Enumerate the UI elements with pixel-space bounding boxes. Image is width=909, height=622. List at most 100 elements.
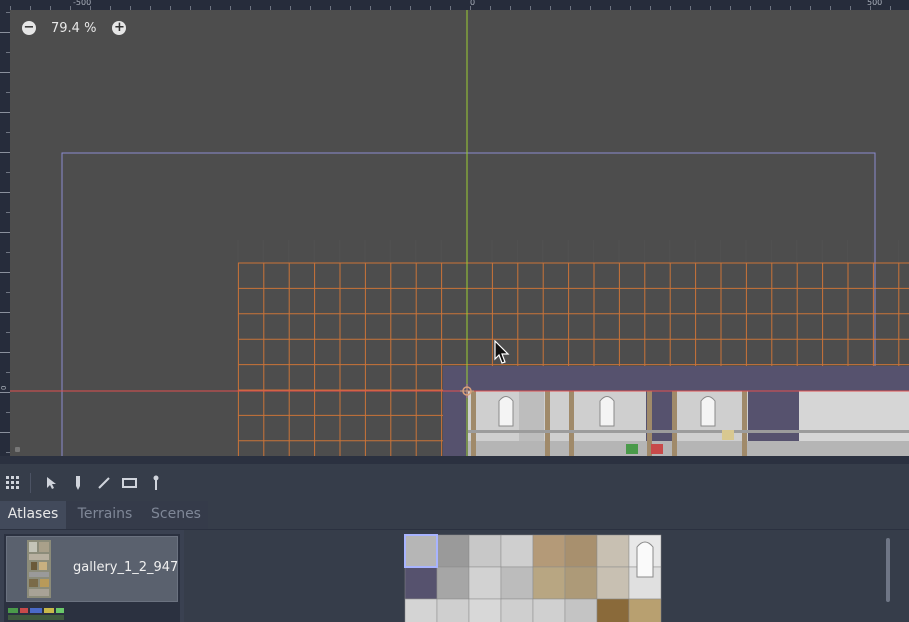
ruler-tick xyxy=(890,6,891,10)
ruler-tick xyxy=(0,152,10,153)
atlas-tile xyxy=(468,598,502,622)
rail-tile xyxy=(468,430,909,433)
atlas-list-item[interactable]: gallery_1_2_9474 xyxy=(6,536,179,602)
atlas-scrollbar[interactable] xyxy=(886,538,890,602)
ruler-tick xyxy=(6,172,10,173)
tab-scenes[interactable]: Scenes xyxy=(144,501,208,529)
ruler-tick xyxy=(490,6,491,10)
pillar-tile xyxy=(471,391,476,456)
ruler-tick xyxy=(210,6,211,10)
ruler-tick xyxy=(230,6,231,10)
tile-grid-icon[interactable] xyxy=(0,470,26,496)
ruler-tick xyxy=(0,392,10,393)
ruler-tick xyxy=(630,6,631,10)
ruler-tick xyxy=(390,6,391,10)
ruler-tick xyxy=(410,6,411,10)
pillar-tile xyxy=(742,391,747,456)
viewport-scroll-grip[interactable] xyxy=(15,447,20,452)
ruler-tick xyxy=(6,412,10,413)
ruler-left: 0 xyxy=(0,0,10,456)
ruler-tick xyxy=(790,6,791,10)
ruler-tick xyxy=(30,6,31,10)
atlas-tile xyxy=(500,598,534,622)
window-tile xyxy=(599,396,615,427)
paint-pencil-icon[interactable] xyxy=(65,470,91,496)
ruler-label: -500 xyxy=(73,0,92,7)
ruler-label: 0 xyxy=(0,385,8,390)
ruler-tick xyxy=(290,6,291,10)
ruler-tick xyxy=(6,92,10,93)
atlas-tiles xyxy=(404,534,662,622)
tab-atlases[interactable]: Atlases xyxy=(0,501,66,529)
window-tile xyxy=(700,396,716,427)
atlas-tile xyxy=(468,566,502,600)
ruler-tick xyxy=(0,352,10,353)
window-tile xyxy=(498,396,514,427)
atlas-tile xyxy=(564,598,598,622)
atlas-tile xyxy=(628,598,662,622)
ruler-tick xyxy=(110,6,111,10)
ruler-tick xyxy=(0,32,10,33)
ruler-tick xyxy=(850,6,851,10)
picker-icon[interactable] xyxy=(143,470,169,496)
ruler-tick xyxy=(430,6,431,10)
tab-terrains[interactable]: Terrains xyxy=(66,501,144,529)
atlas-tile xyxy=(596,566,630,600)
ruler-tick xyxy=(370,6,371,10)
atlas-tile xyxy=(404,534,438,568)
decor-tile xyxy=(651,444,663,454)
ruler-tick xyxy=(50,6,51,10)
atlas-thumbnail-2[interactable] xyxy=(6,606,66,622)
rect-icon[interactable] xyxy=(117,470,143,496)
zoom-out-button[interactable]: − xyxy=(22,21,36,35)
ruler-tick xyxy=(70,6,71,10)
ruler-tick xyxy=(170,6,171,10)
ruler-tick xyxy=(670,6,671,10)
ruler-tick xyxy=(6,132,10,133)
ruler-tick xyxy=(6,372,10,373)
zoom-level-label[interactable]: 79.4 % xyxy=(51,21,96,36)
ruler-tick xyxy=(6,452,10,453)
2d-viewport[interactable]: -500 0 500 0 − 79.4 % + xyxy=(0,0,909,456)
ruler-tick xyxy=(450,6,451,10)
atlas-window-tile xyxy=(636,541,654,578)
zoom-controls: − 79.4 % + xyxy=(22,18,127,38)
atlas-tabs: Atlases Terrains Scenes xyxy=(0,501,909,530)
ruler-tick xyxy=(610,6,611,10)
atlas-tile xyxy=(436,566,470,600)
pillar-tile xyxy=(545,391,550,456)
atlas-tile xyxy=(436,598,470,622)
ruler-tick xyxy=(6,12,10,13)
atlas-list[interactable]: gallery_1_2_9474 xyxy=(4,534,180,622)
ruler-tick xyxy=(150,6,151,10)
ruler-tick xyxy=(710,6,711,10)
atlas-tile xyxy=(596,534,630,568)
tilemap-canvas[interactable] xyxy=(0,0,909,456)
atlas-tile-view[interactable] xyxy=(184,530,909,622)
mouse-cursor-icon xyxy=(494,340,510,364)
ruler-tick xyxy=(310,6,311,10)
pillar-tile xyxy=(569,391,574,456)
ruler-top: -500 0 500 xyxy=(0,0,909,10)
tilemap-toolbar xyxy=(0,468,909,498)
ruler-tick xyxy=(0,272,10,273)
atlas-tile xyxy=(436,534,470,568)
ruler-label: 500 xyxy=(867,0,883,7)
ruler-tick xyxy=(570,6,571,10)
ruler-tick xyxy=(730,6,731,10)
select-arrow-icon[interactable] xyxy=(39,470,65,496)
ruler-tick xyxy=(6,212,10,213)
ruler-tick xyxy=(0,192,10,193)
ruler-tick xyxy=(330,6,331,10)
panel-splitter[interactable] xyxy=(0,456,909,464)
atlas-tile xyxy=(564,566,598,600)
line-icon[interactable] xyxy=(91,470,117,496)
atlas-tile xyxy=(500,534,534,568)
ruler-tick xyxy=(550,6,551,10)
ruler-tick xyxy=(10,6,11,10)
ruler-tick xyxy=(250,6,251,10)
zoom-in-button[interactable]: + xyxy=(112,21,127,35)
ruler-tick xyxy=(350,6,351,10)
ruler-tick xyxy=(0,232,10,233)
ruler-tick xyxy=(750,6,751,10)
